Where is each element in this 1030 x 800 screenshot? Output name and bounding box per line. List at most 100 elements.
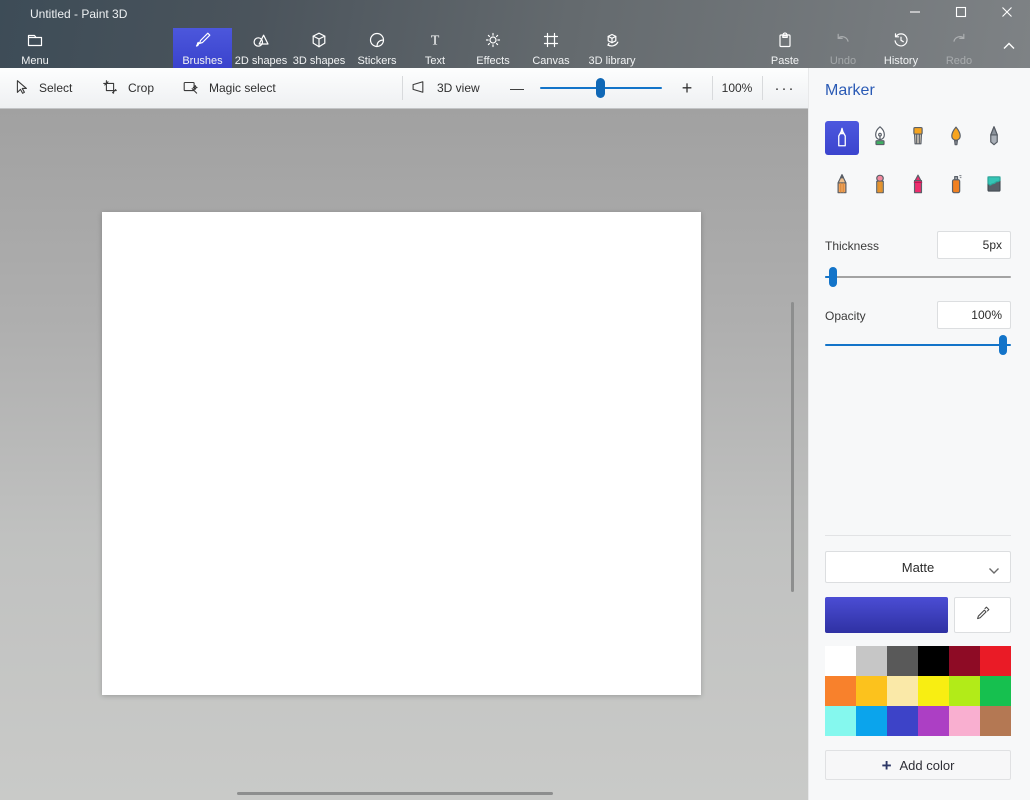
color-swatch-black[interactable]: [918, 646, 949, 676]
eyedropper-button[interactable]: [954, 597, 1011, 633]
color-swatch-yellow[interactable]: [918, 676, 949, 706]
color-swatch-green[interactable]: [980, 676, 1011, 706]
tab-label: Stickers: [357, 55, 396, 67]
oil-brush-icon: [905, 123, 931, 154]
add-icon: +: [882, 757, 892, 774]
tab-stickers[interactable]: Stickers: [348, 28, 406, 68]
thickness-slider[interactable]: [825, 266, 1011, 288]
drawing-canvas[interactable]: [102, 212, 701, 695]
color-swatch-light-gray[interactable]: [856, 646, 887, 676]
color-swatch-aqua[interactable]: [825, 706, 856, 736]
maximize-button[interactable]: [938, 0, 984, 28]
history-button[interactable]: History: [872, 28, 930, 68]
minimize-button[interactable]: [892, 0, 938, 28]
collapse-ribbon-button[interactable]: [996, 36, 1022, 60]
color-swatch-gold[interactable]: [856, 676, 887, 706]
color-swatch-purple[interactable]: [918, 706, 949, 736]
brush-spray-can[interactable]: [939, 169, 973, 203]
marker-icon: [829, 123, 855, 154]
zoom-in-icon: +: [682, 78, 693, 99]
color-swatch-brown[interactable]: [980, 706, 1011, 736]
thickness-value: 5px: [983, 238, 1002, 252]
paste-icon: [775, 30, 795, 53]
zoom-in-button[interactable]: +: [672, 68, 702, 108]
opacity-input[interactable]: 100%: [937, 301, 1011, 329]
add-color-button[interactable]: + Add color: [825, 750, 1011, 780]
color-swatch-orange[interactable]: [825, 676, 856, 706]
color-swatch-red[interactable]: [980, 646, 1011, 676]
brush-oil-brush[interactable]: [901, 121, 935, 155]
crop-button[interactable]: Crop: [101, 68, 154, 108]
brush-panel: Marker Thickness 5px Opacity 100: [808, 68, 1030, 800]
magic-select-button[interactable]: Magic select: [181, 68, 276, 108]
thickness-input[interactable]: 5px: [937, 231, 1011, 259]
brush-crayon[interactable]: [901, 169, 935, 203]
brush-eraser[interactable]: [863, 169, 897, 203]
thickness-slider-track[interactable]: [825, 276, 1011, 278]
material-selected-value: Matte: [902, 560, 935, 575]
menu-button[interactable]: Menu: [6, 28, 64, 68]
menu-icon: [25, 30, 45, 53]
tab-text[interactable]: T Text: [406, 28, 464, 68]
color-swatch-lime[interactable]: [949, 676, 980, 706]
select-cursor-icon: [12, 78, 30, 99]
opacity-slider-track[interactable]: [825, 344, 1011, 346]
watercolor-icon: [943, 123, 969, 154]
tab-3d-library[interactable]: 3D library: [580, 28, 644, 68]
zoom-out-button[interactable]: —: [502, 68, 532, 108]
close-button[interactable]: [984, 0, 1030, 28]
undo-button[interactable]: Undo: [814, 28, 872, 68]
view-3d-label: 3D view: [437, 81, 480, 95]
zoom-slider[interactable]: [540, 68, 662, 108]
zoom-out-icon: —: [510, 80, 524, 96]
brush-pencil[interactable]: [825, 169, 859, 203]
view-3d-button[interactable]: 3D view: [409, 68, 480, 108]
thickness-slider-thumb[interactable]: [829, 267, 837, 287]
color-swatch-indigo[interactable]: [887, 706, 918, 736]
brush-fill[interactable]: [977, 169, 1011, 203]
horizontal-scrollbar[interactable]: [237, 792, 553, 795]
opacity-value: 100%: [971, 308, 1002, 322]
ribbon-right-group: Paste Undo History Redo: [756, 28, 988, 68]
undo-icon: [833, 30, 853, 53]
canvas-icon: [541, 30, 561, 53]
redo-icon: [949, 30, 969, 53]
opacity-slider-thumb[interactable]: [999, 335, 1007, 355]
color-swatch-dark-red[interactable]: [949, 646, 980, 676]
color-swatch-white[interactable]: [825, 646, 856, 676]
redo-button[interactable]: Redo: [930, 28, 988, 68]
brush-pixel-pen[interactable]: [977, 121, 1011, 155]
color-swatch-light-yellow[interactable]: [887, 676, 918, 706]
select-button[interactable]: Select: [12, 68, 72, 108]
brush-watercolor[interactable]: [939, 121, 973, 155]
tab-effects[interactable]: Effects: [464, 28, 522, 68]
tab-label: Brushes: [182, 55, 222, 67]
more-options-button[interactable]: ···: [762, 68, 808, 108]
opacity-slider[interactable]: [825, 334, 1011, 356]
calligraphy-pen-icon: [867, 123, 893, 154]
magic-select-label: Magic select: [209, 81, 276, 95]
current-color-swatch[interactable]: [825, 597, 948, 633]
tab-canvas[interactable]: Canvas: [522, 28, 580, 68]
view-3d-icon: [409, 78, 428, 99]
material-dropdown[interactable]: Matte: [825, 551, 1011, 583]
tab-brushes[interactable]: Brushes: [173, 28, 232, 68]
color-swatch-dark-gray[interactable]: [887, 646, 918, 676]
tab-2d-shapes[interactable]: 2D shapes: [232, 28, 290, 68]
paste-button[interactable]: Paste: [756, 28, 814, 68]
stickers-icon: [367, 30, 387, 53]
zoom-slider-thumb[interactable]: [596, 78, 605, 98]
zoom-level-button[interactable]: 100%: [712, 68, 762, 108]
crop-label: Crop: [128, 81, 154, 95]
brush-marker[interactable]: [825, 121, 859, 155]
vertical-scrollbar[interactable]: [791, 302, 794, 592]
eraser-icon: [867, 171, 893, 202]
menu-label: Menu: [21, 55, 49, 67]
color-swatch-sky-blue[interactable]: [856, 706, 887, 736]
minimize-icon: [909, 5, 921, 23]
brush-calligraphy-pen[interactable]: [863, 121, 897, 155]
tab-3d-shapes[interactable]: 3D shapes: [290, 28, 348, 68]
color-swatch-pink[interactable]: [949, 706, 980, 736]
shapes-2d-icon: [251, 30, 271, 53]
chevron-up-icon: [1001, 39, 1017, 57]
